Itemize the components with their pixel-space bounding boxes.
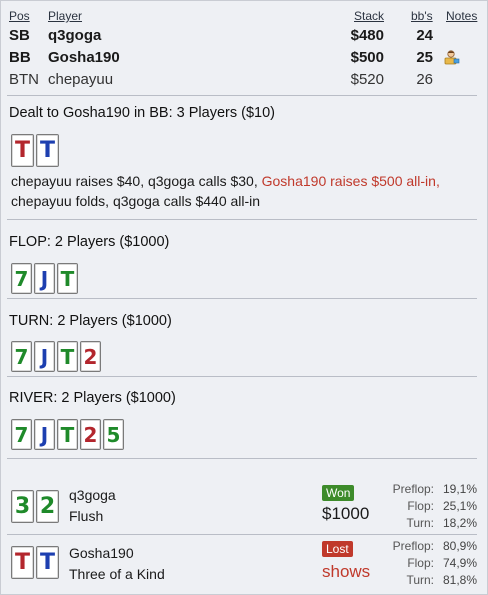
card-rank: T [60,422,75,447]
showdown-card: 3 [11,490,34,523]
board-card: J [34,263,55,294]
board-card: 7 [11,341,32,372]
divider [7,534,477,535]
header-stack[interactable]: Stack [354,9,384,23]
preflop-actions: chepayuu raises $40, q3goga calls $30, G… [11,171,481,211]
equity-label: Flop: [407,499,434,513]
card-rank: T [14,137,30,163]
preflop-title: Dealt to Gosha190 in BB: 3 Players ($10) [9,105,275,121]
showdown-card: T [36,546,59,579]
equity-preflop: 80,9% [442,539,477,553]
header-player[interactable]: Player [48,9,82,23]
result-player-name[interactable]: Gosha190 [69,545,134,561]
player-stack: $480 [350,27,384,44]
showdown-card: 2 [36,490,59,523]
lost-badge: Lost [322,541,353,557]
equity-turn: 81,8% [442,573,477,587]
board-card: J [34,419,55,450]
divider [7,219,477,220]
card-rank: T [39,549,55,575]
river-title: RIVER: 2 Players ($1000) [9,390,176,406]
divider [7,298,477,299]
player-pos: BB [9,49,31,66]
player-name[interactable]: Gosha190 [48,49,120,66]
result-hand: Three of a Kind [69,566,165,582]
divider [7,376,477,377]
player-bbs: 25 [416,49,433,66]
card-rank: 7 [14,266,29,291]
action-text: chepayuu folds, q3goga calls $440 all-in [11,193,261,209]
board-card: T [57,263,78,294]
board-card: 2 [80,419,101,450]
card-rank: 7 [14,422,29,447]
card-rank: T [14,549,30,575]
player-pos: BTN [9,71,39,88]
won-amount: $1000 [322,504,370,523]
card-rank: 3 [14,493,31,519]
won-badge: Won [322,485,355,501]
player-stack: $500 [350,49,384,66]
board-card: J [34,341,55,372]
player-bbs: 24 [416,27,433,44]
player-bbs: 26 [416,71,433,88]
hole-card: T [11,134,34,167]
player-name[interactable]: q3goga [48,27,101,44]
board-card: T [57,419,78,450]
showdown-card: T [11,546,34,579]
user-note-icon[interactable] [444,49,460,65]
hero-action-text: Gosha190 raises $500 all-in, [261,173,440,189]
shows-label: shows [322,562,371,581]
card-rank: 2 [83,344,98,369]
header-notes[interactable]: Notes [446,9,477,23]
header-bbs[interactable]: bb's [411,9,433,23]
action-text: chepayuu raises $40, q3goga calls $30, [11,173,262,189]
card-rank: J [40,422,49,447]
hole-card: T [36,134,59,167]
board-card: T [57,341,78,372]
card-rank: 2 [83,422,98,447]
result-player-name[interactable]: q3goga [69,487,116,503]
equity-label: Preflop: [392,482,434,496]
divider [7,458,477,459]
equity-flop: 25,1% [442,499,477,513]
equity-label: Flop: [407,556,434,570]
equity-flop: 74,9% [442,556,477,570]
card-rank: 5 [106,422,121,447]
equity-label: Turn: [406,516,434,530]
player-pos: SB [9,27,30,44]
board-card: 2 [80,341,101,372]
divider [7,95,477,96]
card-rank: T [39,137,55,163]
board-card: 7 [11,419,32,450]
flop-title: FLOP: 2 Players ($1000) [9,234,170,250]
equity-turn: 18,2% [442,516,477,530]
player-name[interactable]: chepayuu [48,71,113,88]
equity-label: Preflop: [392,539,434,553]
card-rank: T [60,344,75,369]
card-rank: 2 [39,493,56,519]
card-rank: 7 [14,344,29,369]
card-rank: J [40,266,49,291]
result-hand: Flush [69,508,104,524]
player-stack: $520 [350,71,384,88]
board-card: 7 [11,263,32,294]
turn-title: TURN: 2 Players ($1000) [9,313,172,329]
board-card: 5 [103,419,124,450]
equity-preflop: 19,1% [442,482,477,496]
header-pos[interactable]: Pos [9,9,30,23]
card-rank: J [40,344,49,369]
card-rank: T [60,266,75,291]
equity-label: Turn: [406,573,434,587]
